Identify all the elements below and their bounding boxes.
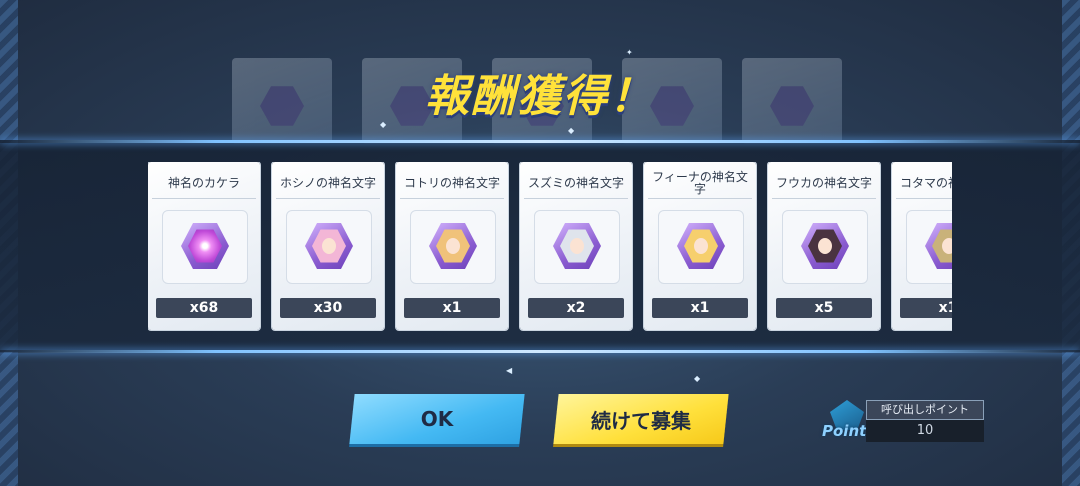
reward-card-list: 神名のカケラ x68 ホシノの神名文字 x30 コトリの神名文字 x1 スズミの… xyxy=(148,162,952,332)
point-badge-text: Point xyxy=(822,422,867,440)
reward-card[interactable]: フウカの神名文字 x5 xyxy=(768,162,880,330)
kotori-portrait-icon xyxy=(429,223,477,269)
sparkle-icon: ◀ xyxy=(506,366,513,375)
point-badge: Point xyxy=(822,400,872,444)
reward-count: x68 xyxy=(156,298,252,318)
band-glow-bottom xyxy=(0,350,1080,353)
reward-icon-slot xyxy=(658,210,744,284)
reward-count: x1 xyxy=(652,298,748,318)
god-name-shard-icon xyxy=(181,223,229,269)
reward-title: 報酬獲得！ xyxy=(425,71,655,122)
kotama-portrait-icon xyxy=(925,223,952,269)
reward-icon-slot xyxy=(286,210,372,284)
summon-point-label: 呼び出しポイント xyxy=(866,400,984,420)
reward-count: x1 xyxy=(404,298,500,318)
sparkle-icon: ◆ xyxy=(568,126,575,135)
reward-card[interactable]: フィーナの神名文字 x1 xyxy=(644,162,756,330)
suzumi-portrait-icon xyxy=(553,223,601,269)
ok-button[interactable]: OK xyxy=(349,394,525,444)
fuuka-portrait-icon xyxy=(801,223,849,269)
reward-count: x1 xyxy=(900,298,952,318)
reward-card[interactable]: コトリの神名文字 x1 xyxy=(396,162,508,330)
reward-name: フウカの神名文字 xyxy=(772,168,876,199)
continue-recruit-button[interactable]: 続けて募集 xyxy=(553,394,729,444)
continue-recruit-label: 続けて募集 xyxy=(591,408,691,433)
reward-icon-slot xyxy=(162,210,248,284)
band-glow-top xyxy=(0,140,1080,143)
reward-name: コトリの神名文字 xyxy=(400,168,504,199)
reward-name: コタマの神名文字 xyxy=(896,168,952,199)
reward-card[interactable]: 神名のカケラ x68 xyxy=(148,162,260,330)
reward-name: 神名のカケラ xyxy=(152,168,256,199)
reward-name: ホシノの神名文字 xyxy=(276,168,380,199)
reward-name: フィーナの神名文字 xyxy=(648,168,752,199)
reward-icon-slot xyxy=(534,210,620,284)
reward-count: x30 xyxy=(280,298,376,318)
sparkle-icon: ◆ xyxy=(694,374,701,383)
reward-icon-slot xyxy=(782,210,868,284)
reward-name: スズミの神名文字 xyxy=(524,168,628,199)
reward-count: x5 xyxy=(776,298,872,318)
reward-icon-slot xyxy=(906,210,952,284)
summon-point-value: 10 xyxy=(866,420,984,442)
summon-point-panel: Point 呼び出しポイント 10 xyxy=(822,398,984,446)
sparkle-icon: ✦ xyxy=(626,48,633,57)
reward-card[interactable]: コタマの神名文字 x1 xyxy=(892,162,952,330)
ok-button-label: OK xyxy=(420,407,454,431)
fina-portrait-icon xyxy=(677,223,725,269)
reward-count: x2 xyxy=(528,298,624,318)
sparkle-icon: ◆ xyxy=(380,120,387,129)
reward-card[interactable]: ホシノの神名文字 x30 xyxy=(272,162,384,330)
reward-card[interactable]: スズミの神名文字 x2 xyxy=(520,162,632,330)
reward-icon-slot xyxy=(410,210,496,284)
hoshino-portrait-icon xyxy=(305,223,353,269)
